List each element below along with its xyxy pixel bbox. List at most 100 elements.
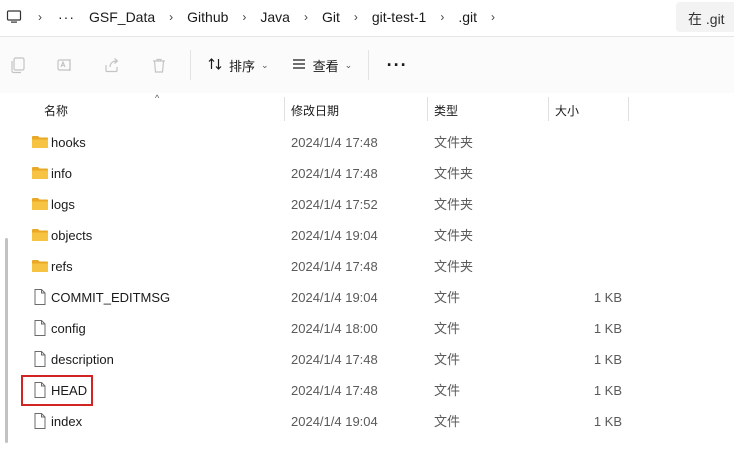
file-icon bbox=[31, 289, 49, 305]
column-divider[interactable] bbox=[427, 97, 428, 121]
file-type: 文件 bbox=[434, 383, 461, 398]
copy-icon[interactable] bbox=[2, 49, 34, 81]
chevron-down-icon: ⌄ bbox=[261, 59, 269, 70]
file-type: 文件夹 bbox=[434, 135, 474, 150]
file-date: 2024/1/4 17:48 bbox=[291, 166, 378, 181]
file-type: 文件 bbox=[434, 290, 461, 305]
chevron-right-icon[interactable]: › bbox=[30, 10, 50, 24]
file-row-info[interactable]: info 2024/1/4 17:48 文件夹 bbox=[0, 158, 734, 189]
file-name: info bbox=[51, 166, 72, 181]
breadcrumb-overflow[interactable]: ··· bbox=[50, 9, 83, 25]
file-name: objects bbox=[51, 228, 93, 243]
file-type: 文件 bbox=[434, 352, 461, 367]
breadcrumb-item-dotgit[interactable]: .git bbox=[452, 9, 483, 25]
toolbar-divider bbox=[190, 50, 191, 80]
file-size: 1 KB bbox=[593, 352, 622, 367]
file-date: 2024/1/4 17:48 bbox=[291, 135, 378, 150]
file-row-head[interactable]: HEAD 2024/1/4 17:48 文件 1 KB bbox=[0, 375, 734, 406]
search-input[interactable]: 在 .git bbox=[676, 2, 734, 32]
file-size: 1 KB bbox=[593, 321, 622, 336]
breadcrumb[interactable]: › ··· GSF_Data › Github › Java › Git › g… bbox=[0, 0, 668, 34]
file-row-index[interactable]: index 2024/1/4 19:04 文件 1 KB bbox=[0, 406, 734, 437]
file-type: 文件夹 bbox=[434, 197, 474, 212]
file-name: index bbox=[51, 414, 83, 429]
sort-button[interactable]: 排序 ⌄ bbox=[199, 49, 277, 81]
chevron-right-icon[interactable]: › bbox=[346, 10, 366, 24]
file-type: 文件夹 bbox=[434, 166, 474, 181]
file-row-description[interactable]: description 2024/1/4 17:48 文件 1 KB bbox=[0, 344, 734, 375]
file-size bbox=[562, 251, 622, 282]
chevron-right-icon[interactable]: › bbox=[234, 10, 254, 24]
view-label: 查看 bbox=[312, 58, 339, 74]
file-icon bbox=[31, 320, 49, 336]
file-size bbox=[562, 220, 622, 251]
folder-icon bbox=[31, 227, 49, 243]
column-header-date[interactable]: 修改日期 bbox=[291, 102, 339, 119]
file-row-objects[interactable]: objects 2024/1/4 19:04 文件夹 bbox=[0, 220, 734, 251]
file-date: 2024/1/4 19:04 bbox=[291, 414, 378, 429]
sort-label: 排序 bbox=[229, 58, 256, 74]
file-row-commit-editmsg[interactable]: COMMIT_EDITMSG 2024/1/4 19:04 文件 1 KB bbox=[0, 282, 734, 313]
file-row-hooks[interactable]: hooks 2024/1/4 17:48 文件夹 bbox=[0, 127, 734, 158]
file-date: 2024/1/4 17:48 bbox=[291, 352, 378, 367]
column-header-row: ^ 名称 修改日期 类型 大小 bbox=[0, 93, 734, 124]
address-bar: › ··· GSF_Data › Github › Java › Git › g… bbox=[0, 0, 734, 37]
chevron-right-icon[interactable]: › bbox=[296, 10, 316, 24]
file-row-refs[interactable]: refs 2024/1/4 17:48 文件夹 bbox=[0, 251, 734, 282]
file-row-config[interactable]: config 2024/1/4 18:00 文件 1 KB bbox=[0, 313, 734, 344]
column-header-size[interactable]: 大小 bbox=[555, 102, 579, 119]
breadcrumb-item-git[interactable]: Git bbox=[316, 9, 346, 25]
file-name: logs bbox=[51, 197, 75, 212]
file-date: 2024/1/4 19:04 bbox=[291, 290, 378, 305]
chevron-right-icon[interactable]: › bbox=[161, 10, 181, 24]
file-type: 文件夹 bbox=[434, 259, 474, 274]
file-name: COMMIT_EDITMSG bbox=[51, 290, 171, 305]
file-icon bbox=[31, 413, 49, 429]
folder-icon bbox=[31, 165, 49, 181]
folder-icon bbox=[31, 134, 49, 150]
breadcrumb-item-github[interactable]: Github bbox=[181, 9, 234, 25]
more-options-button[interactable]: ··· bbox=[381, 49, 413, 81]
column-header-name[interactable]: 名称 bbox=[44, 102, 68, 119]
file-row-logs[interactable]: logs 2024/1/4 17:52 文件夹 bbox=[0, 189, 734, 220]
file-size: 1 KB bbox=[593, 414, 622, 429]
breadcrumb-item-gsf-data[interactable]: GSF_Data bbox=[83, 9, 161, 25]
file-type: 文件 bbox=[434, 414, 461, 429]
view-icon bbox=[291, 56, 307, 75]
file-name: refs bbox=[51, 259, 73, 274]
view-button[interactable]: 查看 ⌄ bbox=[283, 49, 361, 81]
file-size: 1 KB bbox=[593, 290, 622, 305]
file-size: 1 KB bbox=[593, 383, 622, 398]
sort-icon bbox=[207, 56, 223, 75]
file-name: description bbox=[51, 352, 114, 367]
folder-icon bbox=[31, 258, 49, 274]
file-name: hooks bbox=[51, 135, 86, 150]
file-date: 2024/1/4 17:52 bbox=[291, 197, 378, 212]
file-type: 文件 bbox=[434, 321, 461, 336]
column-divider[interactable] bbox=[284, 97, 285, 121]
chevron-right-icon[interactable]: › bbox=[432, 10, 452, 24]
delete-icon[interactable] bbox=[143, 49, 175, 81]
breadcrumb-item-git-test-1[interactable]: git-test-1 bbox=[366, 9, 432, 25]
computer-icon[interactable] bbox=[6, 9, 22, 25]
file-list: ^ 名称 修改日期 类型 大小 hooks 2024/1/4 17:48 文件夹 in… bbox=[0, 93, 734, 449]
share-icon[interactable] bbox=[96, 49, 128, 81]
file-size bbox=[562, 158, 622, 189]
rename-icon[interactable] bbox=[49, 49, 81, 81]
file-date: 2024/1/4 17:48 bbox=[291, 259, 378, 274]
file-size bbox=[562, 189, 622, 220]
chevron-right-icon[interactable]: › bbox=[483, 10, 503, 24]
toolbar-divider bbox=[368, 50, 370, 80]
breadcrumb-item-java[interactable]: Java bbox=[254, 9, 296, 25]
file-date: 2024/1/4 17:48 bbox=[291, 383, 378, 398]
command-bar: 排序 ⌄ 查看 ⌄ ··· bbox=[0, 37, 734, 93]
column-divider[interactable] bbox=[628, 97, 629, 121]
highlight-box bbox=[21, 375, 93, 406]
file-name: config bbox=[51, 321, 86, 336]
file-date: 2024/1/4 18:00 bbox=[291, 321, 378, 336]
file-type: 文件夹 bbox=[434, 228, 474, 243]
file-size bbox=[562, 127, 622, 158]
column-header-type[interactable]: 类型 bbox=[434, 102, 458, 119]
column-divider[interactable] bbox=[548, 97, 549, 121]
chevron-down-icon: ⌄ bbox=[344, 59, 353, 70]
